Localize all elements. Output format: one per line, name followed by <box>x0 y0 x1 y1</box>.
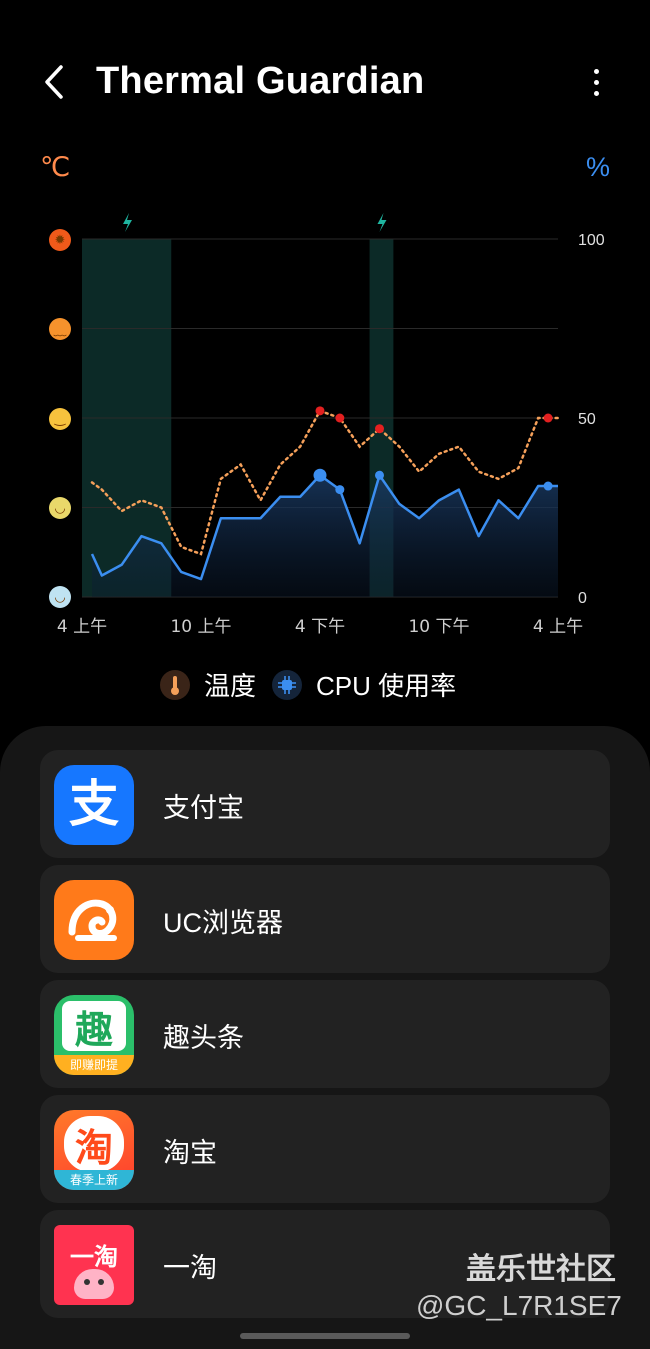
taobao-icon-glyph: 淘 <box>74 1125 113 1170</box>
svg-text:支: 支 <box>69 775 119 833</box>
app-item-taobao[interactable]: 淘 春季上新 淘宝 <box>40 1095 610 1203</box>
x-tick-label: 4 上午 <box>57 617 107 637</box>
qutoutiao-app-icon: 趣 即赚即提 <box>54 995 134 1075</box>
app-name: 一淘 <box>163 1253 217 1283</box>
watermark-title: 盖乐世社区 <box>466 1253 616 1286</box>
app-name: 支付宝 <box>163 793 244 823</box>
uc-browser-app-icon <box>54 880 134 960</box>
y-tick-label: 0 <box>578 590 587 607</box>
cpu-point <box>335 485 345 495</box>
normal-face-icon: ◡ <box>49 497 71 519</box>
x-tick-label: 10 下午 <box>408 617 469 637</box>
cpu-point <box>313 468 327 482</box>
legend-cpu-label: CPU 使用率 <box>316 671 457 701</box>
qutoutiao-icon-caption: 即赚即提 <box>54 1055 134 1075</box>
page-title: Thermal Guardian <box>96 60 425 102</box>
charging-bolt-icon <box>123 213 132 232</box>
x-tick-label: 10 上午 <box>170 617 231 637</box>
y-tick-label: 50 <box>578 411 596 428</box>
taobao-app-icon: 淘 春季上新 <box>54 1110 134 1190</box>
legend-temperature-label: 温度 <box>204 671 257 701</box>
thermometer-icon <box>160 669 190 700</box>
warm-face-icon: ‿ <box>49 408 71 430</box>
yitao-icon-glyph: 一淘 <box>70 1243 118 1271</box>
charging-bolt-icon <box>377 213 387 232</box>
legend-temperature: 温度 <box>160 666 256 703</box>
cpu-chip-icon <box>272 669 303 700</box>
cpu-point <box>375 470 384 480</box>
cpu-unit-label: % <box>586 152 611 182</box>
cpu-point <box>543 481 553 491</box>
chart-legend: 温度 CPU 使用率 <box>160 666 456 703</box>
x-tick-label: 4 下午 <box>295 617 345 637</box>
more-options-button[interactable] <box>572 58 620 106</box>
app-name: 淘宝 <box>163 1138 217 1168</box>
home-indicator[interactable] <box>240 1333 410 1339</box>
temperature-point <box>315 406 325 416</box>
temperature-unit-label: ℃ <box>40 152 71 182</box>
yitao-app-icon: 一淘 <box>54 1225 134 1305</box>
temperature-point <box>375 424 384 434</box>
app-item-alipay[interactable]: 支 支付宝 <box>40 750 610 858</box>
temperature-point <box>543 413 553 423</box>
chevron-left-icon <box>45 65 63 99</box>
cool-face-icon: ◡ <box>49 586 71 608</box>
watermark-handle: @GC_L7R1SE7 <box>416 1290 622 1321</box>
taobao-icon-caption: 春季上新 <box>54 1170 134 1190</box>
app-name: UC浏览器 <box>163 908 283 938</box>
more-vertical-icon <box>593 68 599 74</box>
app-header: Thermal Guardian <box>0 0 650 165</box>
qutoutiao-icon-glyph: 趣 <box>74 1007 113 1052</box>
very-hot-face-icon: ✹ <box>49 229 71 251</box>
x-tick-label: 4 上午 <box>533 617 583 637</box>
app-name: 趣头条 <box>163 1023 244 1053</box>
app-item-uc-browser[interactable]: UC浏览器 <box>40 865 610 973</box>
thermal-chart: 0 50 100 4 上午 10 上午 4 下午 10 下午 4 上午 <box>57 213 605 637</box>
back-button[interactable] <box>30 58 78 106</box>
temperature-point <box>335 413 345 423</box>
alipay-app-icon: 支 <box>54 765 134 845</box>
legend-cpu: CPU 使用率 <box>272 666 456 703</box>
y-tick-label: 100 <box>578 232 605 249</box>
hot-face-icon: ﹏ <box>49 318 71 340</box>
app-item-qutoutiao[interactable]: 趣 即赚即提 趣头条 <box>40 980 610 1088</box>
